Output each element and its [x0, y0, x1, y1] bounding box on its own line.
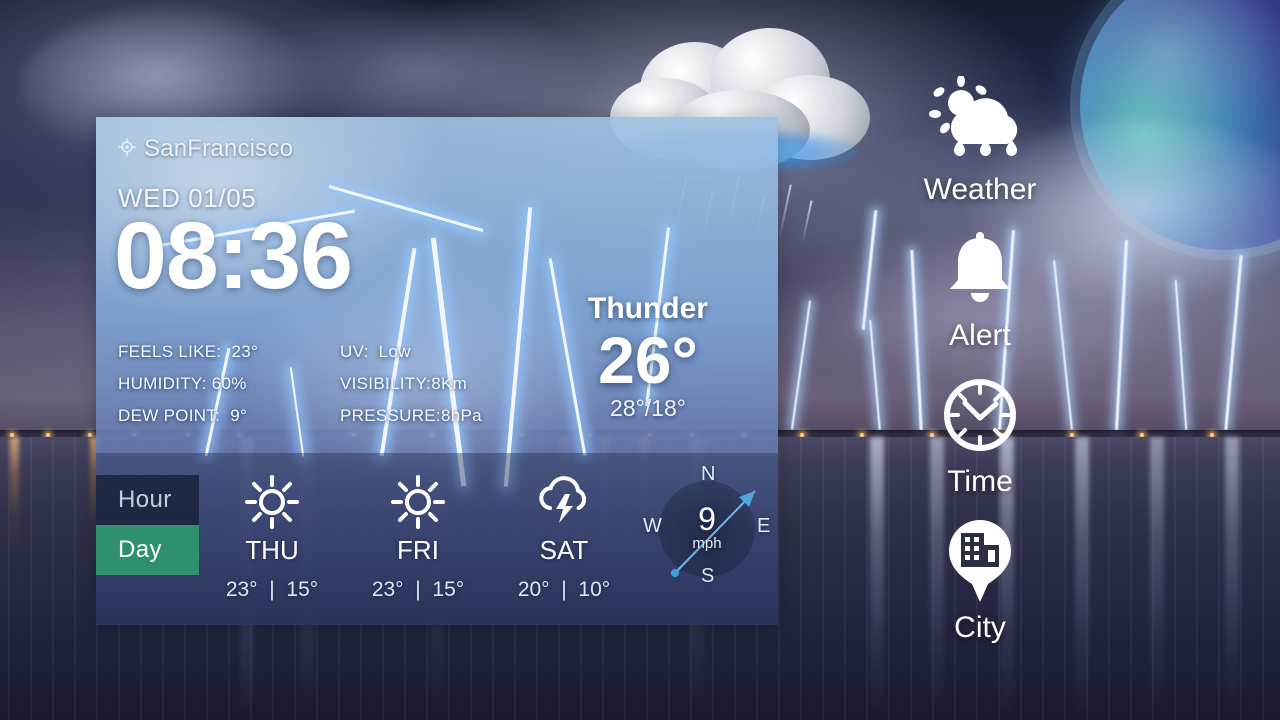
detail-feels-like: FEELS LIKE: 23°	[118, 342, 340, 362]
sun-icon	[390, 473, 446, 531]
tab-day[interactable]: Day	[96, 525, 199, 575]
forecast-high: 20°	[517, 578, 550, 601]
forecast-day-label: THU	[245, 535, 299, 565]
launcher-item-time[interactable]: Time	[890, 367, 1070, 499]
forecast-low: 15°	[432, 578, 465, 601]
wind-speed-value: 9	[698, 501, 716, 537]
current-condition-block: Thunder 26° 28°/18°	[538, 292, 758, 422]
current-temperature: 26°	[598, 323, 698, 397]
forecast-day-fri[interactable]: FRI 23° | 15°	[345, 453, 491, 625]
water-reflection-warm	[10, 437, 19, 557]
forecast-high: 23°	[225, 578, 258, 601]
forecast-day-label: FRI	[397, 535, 439, 565]
water-reflection	[1075, 437, 1089, 720]
detail-value: 23°	[231, 342, 259, 361]
detail-value: Low	[378, 342, 411, 361]
launcher-item-weather[interactable]: Weather	[890, 75, 1070, 207]
forecast-separator: |	[415, 578, 421, 601]
tab-hour[interactable]: Hour	[96, 475, 199, 525]
forecast-day-label: SAT	[539, 535, 589, 565]
forecast-strip: Hour Day THU 23° | 15° FRI 23° | 15° SAT…	[96, 453, 778, 625]
launcher-item-alert[interactable]: Alert	[890, 221, 1070, 353]
detail-value: 60%	[211, 374, 247, 393]
launcher-label-time: Time	[947, 465, 1013, 498]
forecast-separator: |	[561, 578, 567, 601]
forecast-tabs: Hour Day	[96, 453, 199, 625]
current-time: 08:36	[114, 203, 353, 309]
detail-pressure: PRESSURE:8hPa	[340, 406, 482, 426]
launcher-item-city[interactable]: City	[890, 513, 1070, 645]
sun-cloud-rain-icon	[925, 75, 1035, 171]
condition-name: Thunder	[588, 292, 708, 325]
detail-label: DEW POINT:	[118, 406, 221, 425]
water-reflection	[1150, 437, 1164, 720]
launcher-label-city: City	[954, 611, 1006, 644]
gps-crosshair-icon	[118, 137, 136, 161]
location-row[interactable]: SanFrancisco	[118, 135, 293, 163]
detail-label: PRESSURE:	[340, 406, 441, 425]
forecast-high: 23°	[371, 578, 404, 601]
launcher-label-weather: Weather	[923, 173, 1037, 206]
detail-label: FEELS LIKE:	[118, 342, 222, 361]
detail-humidity: HUMIDITY: 60%	[118, 374, 340, 394]
water-reflection	[870, 437, 884, 720]
forecast-low: 15°	[286, 578, 319, 601]
detail-label: UV:	[340, 342, 369, 361]
detail-uv: UV: Low	[340, 342, 411, 362]
forecast-separator: |	[269, 578, 275, 601]
forecast-day-sat[interactable]: SAT 20° | 10°	[491, 453, 637, 625]
launcher-label-alert: Alert	[949, 319, 1011, 352]
water-reflection	[1225, 437, 1239, 720]
detail-visibility: VISIBILITY:8Km	[340, 374, 467, 394]
detail-label: VISIBILITY:	[340, 374, 432, 393]
bell-icon	[943, 221, 1017, 317]
wind-speed-unit: mph	[692, 535, 722, 552]
clock-icon	[942, 367, 1018, 463]
detail-dew-point: DEW POINT: 9°	[118, 406, 340, 426]
forecast-day-thu[interactable]: THU 23° | 15°	[199, 453, 345, 625]
weather-widget-panel[interactable]: SanFrancisco WED 01/05 08:36 FEELS LIKE:…	[96, 117, 778, 625]
detail-label: HUMIDITY:	[118, 374, 207, 393]
thunderstorm-cloud-icon	[534, 473, 594, 531]
location-name: SanFrancisco	[144, 135, 294, 162]
detail-value: 8hPa	[440, 406, 482, 425]
forecast-temps: 23° | 15°	[372, 578, 464, 602]
temperature-range: 28°/18°	[610, 395, 686, 422]
sun-icon	[244, 473, 300, 531]
launcher-column: Weather Alert Time City	[890, 75, 1070, 659]
city-pin-icon	[942, 513, 1018, 609]
forecast-temps: 20° | 10°	[518, 578, 610, 602]
forecast-temps: 23° | 15°	[226, 578, 318, 602]
wind-speed-block: 9 mph	[637, 503, 777, 552]
forecast-low: 10°	[578, 578, 611, 601]
detail-value: 8Km	[431, 374, 468, 393]
detail-value: 9°	[230, 406, 248, 425]
wind-compass[interactable]: N E S W 9 mph	[637, 453, 777, 625]
